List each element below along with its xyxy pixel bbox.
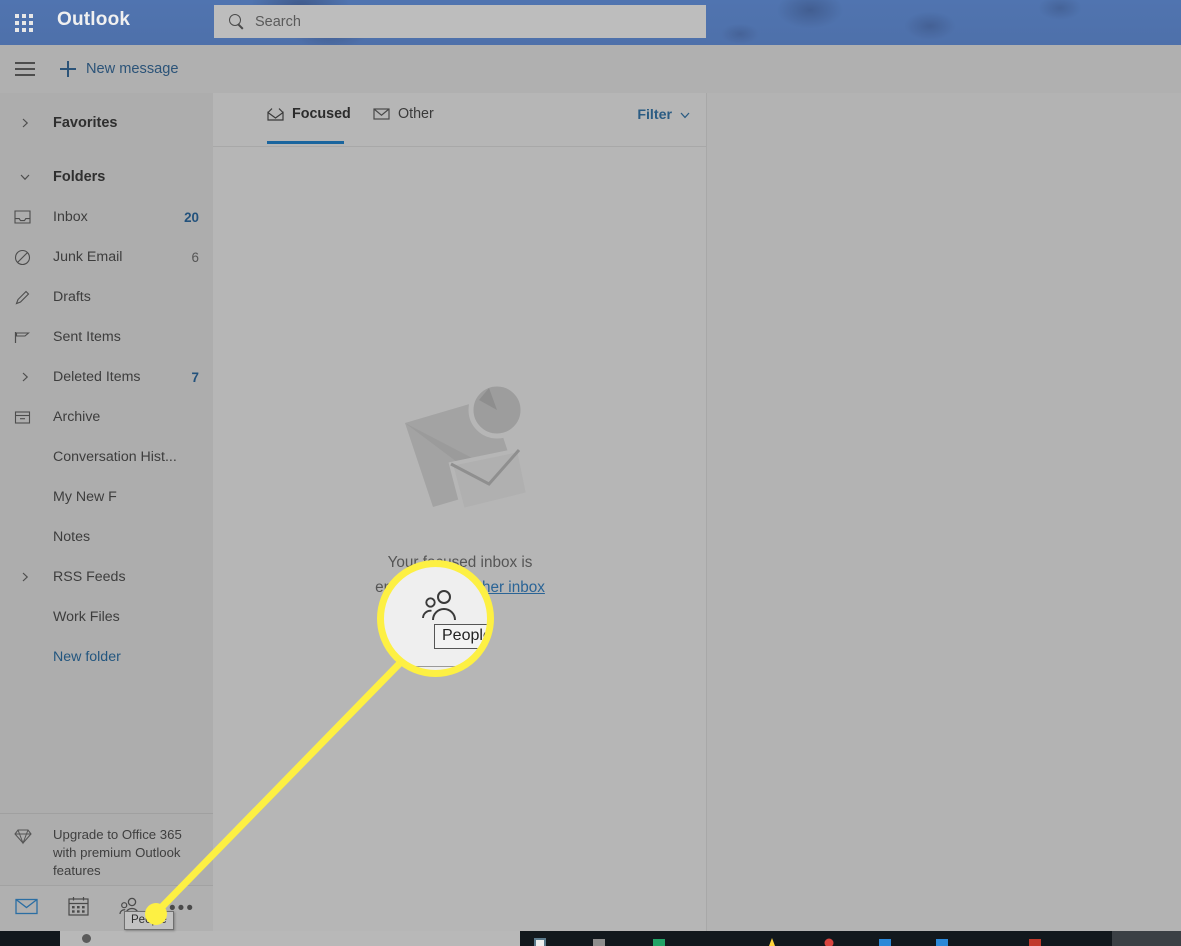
empty-inbox-text: Your focused inbox is empty. Go to Other…: [213, 550, 707, 600]
sidebar-item-inbox[interactable]: Inbox 20: [0, 197, 213, 237]
tab-focused[interactable]: Focused: [267, 106, 351, 122]
message-list-panel: Focused Other Filter Your focused inbox …: [213, 93, 707, 946]
taskbar-icon-4[interactable]: [765, 935, 779, 946]
taskbar-avatar: [82, 934, 91, 943]
empty-inbox-line2: empty. Go to Other inbox: [213, 575, 707, 600]
search-icon: [228, 13, 245, 30]
sidebar-item-label: Archive: [53, 409, 101, 425]
taskbar-icon-5[interactable]: [822, 935, 836, 946]
app-switcher-bar: •••: [0, 885, 213, 931]
taskbar-icon-7[interactable]: [935, 935, 949, 946]
app-switcher-calendar[interactable]: [52, 896, 104, 921]
command-bar: New message: [0, 45, 1181, 93]
chevron-down-icon: [14, 171, 36, 183]
inbox-icon: [14, 209, 36, 225]
sidebar-new-folder-button[interactable]: New folder: [0, 637, 213, 677]
focused-inbox-icon: [267, 107, 284, 121]
sidebar: Favorites Folders Inbox 20 Junk Email 6: [0, 93, 213, 813]
new-message-button[interactable]: New message: [60, 61, 178, 77]
tab-selected-underline: [267, 141, 344, 144]
send-flag-icon: [14, 330, 36, 345]
new-message-label: New message: [86, 61, 179, 77]
reading-pane: [708, 93, 1181, 946]
mail-envelope-icon: [14, 898, 38, 920]
taskbar-icon-2[interactable]: [592, 935, 606, 946]
sidebar-item-conversation-history[interactable]: Conversation Hist...: [0, 437, 213, 477]
sidebar-item-label: RSS Feeds: [53, 569, 126, 585]
tab-other-label: Other: [398, 106, 434, 122]
taskbar-icon-3[interactable]: [652, 935, 666, 946]
empty-inbox-line2-prefix: empty.: [375, 579, 425, 596]
message-list-header: Focused Other Filter: [213, 93, 706, 147]
tab-focused-label: Focused: [292, 106, 351, 122]
people-tooltip: People: [124, 911, 174, 930]
brand-title[interactable]: Outlook: [57, 9, 130, 31]
pencil-icon: [14, 289, 36, 306]
sidebar-item-label: Inbox: [53, 209, 88, 225]
sidebar-item-archive[interactable]: Archive: [0, 397, 213, 437]
sidebar-item-label: Sent Items: [53, 329, 121, 345]
app-switcher-mail[interactable]: [0, 898, 52, 920]
diamond-icon: [14, 828, 36, 850]
search-input[interactable]: Search: [214, 5, 706, 38]
upgrade-promo[interactable]: Upgrade to Office 365 with premium Outlo…: [0, 813, 213, 885]
block-circle-icon: [14, 249, 36, 266]
archive-box-icon: [14, 410, 36, 425]
sidebar-new-folder-label: New folder: [53, 649, 121, 665]
app-launcher-grid-icon[interactable]: [12, 11, 35, 34]
taskbar-system-tray[interactable]: [1112, 931, 1181, 946]
tab-other[interactable]: Other: [373, 106, 434, 122]
chevron-right-icon: [14, 371, 36, 383]
windows-taskbar: [0, 931, 1181, 946]
chevron-right-icon: [14, 117, 36, 129]
sidebar-item-rss-feeds[interactable]: RSS Feeds: [0, 557, 213, 597]
taskbar-icon-6[interactable]: [878, 935, 892, 946]
chevron-right-icon: [14, 571, 36, 583]
sidebar-item-work-files[interactable]: Work Files: [0, 597, 213, 637]
outlook-web-app: Outlook Search New message Favorites Fol…: [0, 0, 1181, 946]
hamburger-menu-icon[interactable]: [15, 62, 35, 76]
sidebar-item-label: Drafts: [53, 289, 91, 305]
calendar-icon: [67, 896, 89, 921]
search-placeholder: Search: [255, 13, 301, 30]
taskbar-window-preview: [60, 931, 520, 946]
sidebar-item-junk-email[interactable]: Junk Email 6: [0, 237, 213, 277]
sidebar-item-drafts[interactable]: Drafts: [0, 277, 213, 317]
sidebar-item-label: Junk Email: [53, 249, 123, 265]
sidebar-item-deleted-items[interactable]: Deleted Items 7: [0, 357, 213, 397]
sidebar-item-notes[interactable]: Notes: [0, 517, 213, 557]
sidebar-item-label: Conversation Hist...: [53, 449, 177, 465]
sidebar-item-folders[interactable]: Folders: [0, 157, 213, 197]
empty-inbox-envelope-illustration: [213, 378, 707, 518]
sidebar-item-my-new-f[interactable]: My New F: [0, 477, 213, 517]
sidebar-item-count: 20: [184, 209, 199, 225]
sidebar-item-favorites[interactable]: Favorites: [0, 103, 213, 143]
sidebar-item-label: Deleted Items: [53, 369, 141, 385]
empty-inbox-line1: Your focused inbox is: [387, 554, 533, 571]
filter-label: Filter: [637, 107, 672, 123]
sidebar-item-count: 7: [191, 369, 199, 385]
other-inbox-icon: [373, 107, 390, 121]
empty-inbox-state: Your focused inbox is empty. Go to Other…: [213, 378, 707, 600]
go-to-other-inbox-link[interactable]: Go to Other inbox: [424, 579, 545, 596]
sidebar-item-sent-items[interactable]: Sent Items: [0, 317, 213, 357]
taskbar-icon-1[interactable]: [533, 935, 547, 946]
sidebar-item-label: Work Files: [53, 609, 120, 625]
filter-button[interactable]: Filter: [637, 107, 691, 123]
plus-icon: [60, 61, 76, 77]
taskbar-icon-8[interactable]: [1028, 935, 1042, 946]
sidebar-item-label: My New F: [53, 489, 117, 505]
top-header-bar: Outlook Search: [0, 0, 1181, 45]
upgrade-promo-text: Upgrade to Office 365 with premium Outlo…: [53, 827, 182, 878]
sidebar-favorites-label: Favorites: [53, 115, 118, 131]
sidebar-folders-label: Folders: [53, 169, 106, 185]
chevron-down-icon: [679, 109, 691, 121]
sidebar-item-count: 6: [191, 249, 199, 265]
sidebar-item-label: Notes: [53, 529, 91, 545]
